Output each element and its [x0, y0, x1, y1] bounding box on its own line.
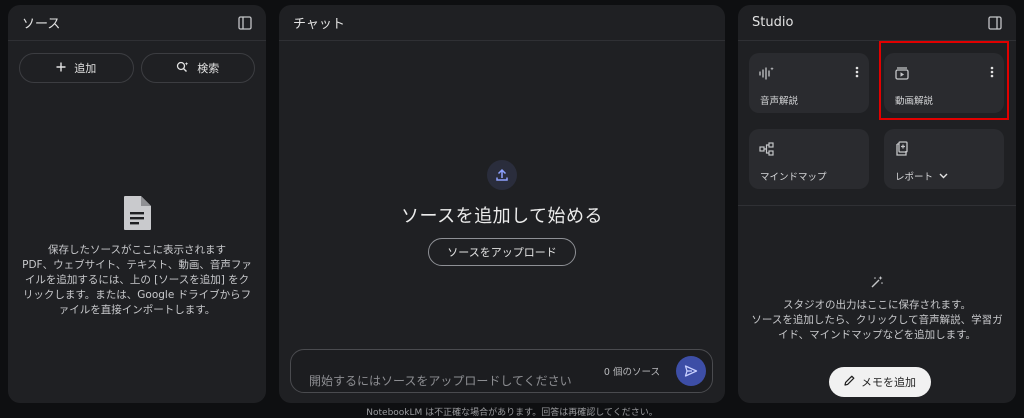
- send-button[interactable]: [676, 356, 706, 386]
- footer-disclaimer: NotebookLM は不正確な場合があります。回答は再確認してください。: [366, 408, 658, 418]
- studio-empty-line1: スタジオの出力はここに保存されます。: [783, 299, 971, 311]
- sources-empty-title: 保存したソースがここに表示されます: [48, 244, 226, 256]
- sources-panel: ソース 追加 検索 保存したソースがここに表示されます PDF、ウェブサイト、テ…: [8, 5, 266, 403]
- card-label-with-dropdown[interactable]: レポート: [895, 169, 948, 183]
- sources-title: ソース: [22, 17, 61, 32]
- chat-headline: ソースを追加して始める: [400, 206, 604, 227]
- chevron-down-icon[interactable]: [939, 171, 948, 182]
- chat-input-box[interactable]: 開始するにはソースをアップロードしてください 0 個のソース: [290, 349, 713, 393]
- sources-empty-body: PDF、ウェブサイト、テキスト、動画、音声ファイルを追加するには、上の [ソース…: [22, 259, 252, 316]
- add-note-label: メモを追加: [861, 376, 916, 389]
- studio-header: Studio: [738, 5, 1016, 41]
- add-source-button[interactable]: 追加: [19, 53, 134, 83]
- chat-panel: チャット ソースを追加して始める ソースをアップロード 開始するにはソースをアッ…: [279, 5, 725, 403]
- more-vert-icon[interactable]: [855, 63, 859, 82]
- search-sparkle-icon: [176, 61, 189, 76]
- studio-empty-state: スタジオの出力はここに保存されます。 ソースを追加したら、クリックして音声解説、…: [738, 275, 1016, 343]
- chat-title: チャット: [293, 17, 345, 32]
- chat-header: チャット: [279, 5, 725, 41]
- add-source-label: 追加: [74, 62, 97, 75]
- document-icon: [122, 195, 152, 235]
- collapse-panel-icon[interactable]: [238, 15, 252, 30]
- upload-source-button[interactable]: ソースをアップロード: [428, 238, 576, 266]
- mind-map-icon: [759, 141, 775, 160]
- studio-empty-line2: ソースを追加したら、クリックして音声解説、学習ガイド、マインドマップなどを追加し…: [751, 314, 1003, 341]
- upload-icon: [487, 160, 517, 190]
- sources-header: ソース: [8, 5, 266, 41]
- chat-input-placeholder[interactable]: 開始するにはソースをアップロードしてください: [309, 354, 604, 389]
- send-icon: [684, 365, 698, 377]
- highlight-box: [879, 41, 1009, 120]
- collapse-panel-icon[interactable]: [988, 15, 1002, 30]
- card-label: マインドマップ: [760, 172, 827, 183]
- search-source-button[interactable]: 検索: [140, 53, 255, 83]
- sources-empty-state: 保存したソースがここに表示されます PDF、ウェブサイト、テキスト、動画、音声フ…: [8, 195, 266, 318]
- pencil-icon: [844, 375, 855, 389]
- chat-empty-state: ソースを追加して始める ソースをアップロード: [279, 160, 725, 266]
- search-source-label: 検索: [197, 62, 220, 75]
- source-count: 0 個のソース: [603, 367, 660, 378]
- report-label: レポート: [895, 172, 934, 183]
- plus-icon: [56, 62, 66, 75]
- magic-wand-icon: [870, 275, 884, 294]
- studio-title: Studio: [752, 15, 794, 30]
- studio-panel: Studio 音声解説 動画解説 マインドマップ レポート スタジオの出力はここ…: [738, 5, 1016, 403]
- card-label: 音声解説: [760, 96, 799, 107]
- add-note-button[interactable]: メモを追加: [829, 367, 931, 397]
- studio-card-mind-map[interactable]: マインドマップ: [749, 129, 869, 189]
- studio-card-report[interactable]: レポート: [884, 129, 1004, 189]
- report-icon: [894, 141, 910, 160]
- studio-divider: [738, 205, 1016, 206]
- audio-wave-icon: [759, 65, 775, 84]
- studio-card-audio-overview[interactable]: 音声解説: [749, 53, 869, 113]
